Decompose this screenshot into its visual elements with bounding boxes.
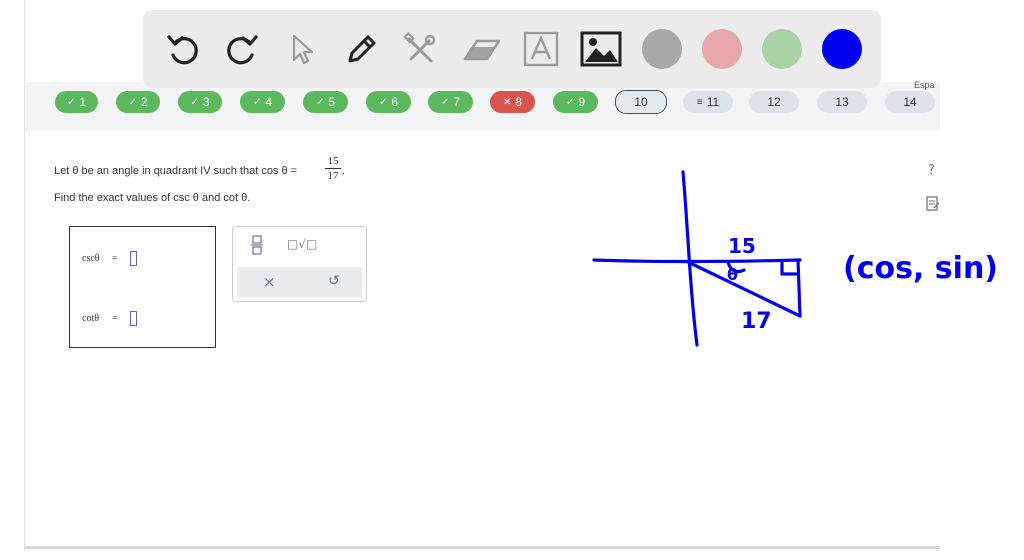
sketch-label-15: 15	[728, 234, 756, 258]
sketch-x-axis	[592, 258, 802, 264]
sketch-note-cos-sin: (cos, sin)	[843, 251, 998, 286]
sketch-vertical-side	[796, 258, 802, 318]
sketch-label-theta: θ	[727, 265, 738, 284]
sketch-right-angle-mark	[780, 260, 798, 276]
sketch-label-17: 17	[741, 309, 772, 334]
handwritten-sketch: 15 17 θ (cos, sin)	[592, 170, 998, 347]
sketch-y-axis	[681, 170, 699, 347]
